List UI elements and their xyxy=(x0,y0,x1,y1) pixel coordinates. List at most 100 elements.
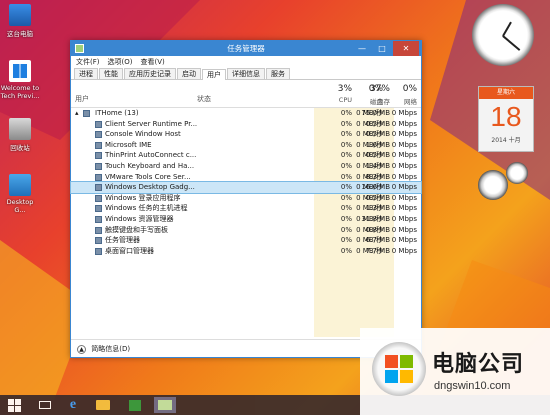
users-grid: ▴ ITHome (13) 0% 75.0 MB 0 MB/秒 0 Mbps Client … xyxy=(70,108,422,337)
menu-bar: 文件(F) 选项(O) 查看(V) xyxy=(71,56,421,68)
process-name: Windows 资源管理器 xyxy=(105,214,174,223)
process-row[interactable]: 任务管理器 0% 6.7 MB 0 MB/秒 0 Mbps xyxy=(71,235,421,246)
user-icon xyxy=(83,110,90,117)
clock-gadget[interactable] xyxy=(472,4,534,66)
tab-processes[interactable]: 进程 xyxy=(74,68,98,79)
file-explorer-icon[interactable] xyxy=(92,397,114,413)
network-value: 0 Mbps xyxy=(391,172,417,181)
network-value: 0 Mbps xyxy=(391,119,417,128)
network-value: 0 Mbps xyxy=(391,183,417,192)
process-row[interactable]: 桌面窗口管理器 0% 7.7 MB 0 MB/秒 0 Mbps xyxy=(71,246,421,257)
process-row[interactable]: VMware Tools Core Ser... 0% 8.3 MB 0 MB/秒 0 … xyxy=(71,172,421,183)
desktop-icon-recycle-bin[interactable]: 回收站 xyxy=(0,118,40,152)
calendar-gadget[interactable]: 星期六 18 2014 十月 xyxy=(478,86,534,152)
network-value: 0 Mbps xyxy=(391,140,417,149)
clock-minute-hand xyxy=(502,35,521,51)
cpu-total[interactable]: 3% xyxy=(314,84,352,94)
column-status[interactable]: 状态 xyxy=(197,94,211,104)
network-total[interactable]: 0% xyxy=(387,84,417,94)
desktop-icon-welcome[interactable]: Welcome to Tech Previ... xyxy=(0,60,40,100)
process-name: 桌面窗口管理器 xyxy=(105,246,154,255)
process-row[interactable]: Client Server Runtime Pr... 0% 0.5 MB 0 MB/… xyxy=(71,119,421,130)
column-disk[interactable]: 磁盘 xyxy=(353,96,383,106)
computer-icon xyxy=(9,4,31,26)
process-row[interactable]: Console Window Host 0% 0.5 MB 0 MB/秒 0 Mbps xyxy=(71,129,421,140)
tab-performance[interactable]: 性能 xyxy=(99,68,123,79)
column-network[interactable]: 网络 xyxy=(387,96,417,106)
menu-options[interactable]: 选项(O) xyxy=(108,56,133,68)
tab-app-history[interactable]: 应用历史记录 xyxy=(124,68,176,79)
process-icon xyxy=(95,173,102,181)
process-name: 触摸键盘和手写面板 xyxy=(105,225,168,234)
disk-total[interactable]: 0% xyxy=(353,84,383,94)
tab-bar: 进程 性能 应用历史记录 启动 用户 详细信息 服务 xyxy=(71,68,421,80)
collapse-arrow-icon[interactable]: ▲ xyxy=(77,344,86,354)
windows-logo-icon xyxy=(372,342,426,396)
disk-value: 0 MB/秒 xyxy=(356,109,383,117)
process-name: Windows 任务的主机进程 xyxy=(105,204,188,213)
network-value: 0 Mbps xyxy=(391,109,417,117)
desktop-icon-gadgets[interactable]: Desktop G... xyxy=(0,174,40,214)
maximize-button[interactable]: □ xyxy=(373,41,391,56)
disk-value: 0 MB/秒 xyxy=(356,161,383,170)
process-row[interactable]: Microsoft IME 0% 1.6 MB 0 MB/秒 0 Mbps xyxy=(71,140,421,151)
disk-value: 0 MB/秒 xyxy=(356,225,383,234)
disk-value: 0 MB/秒 xyxy=(356,172,383,181)
process-row[interactable]: Windows 登录应用程序 0% 0.5 MB 0 MB/秒 0 Mbps xyxy=(71,193,421,204)
task-view-icon[interactable] xyxy=(34,397,56,413)
close-button[interactable]: ✕ xyxy=(393,41,419,56)
title-bar[interactable]: 任务管理器 — □ ✕ xyxy=(71,41,421,56)
process-icon xyxy=(95,141,102,149)
memory-gauge-icon xyxy=(506,162,528,184)
process-row[interactable]: Touch Keyboard and Ha... 0% 1.4 MB 0 MB/秒 0 … xyxy=(71,161,421,172)
process-icon xyxy=(95,205,102,213)
menu-file[interactable]: 文件(F) xyxy=(76,56,100,68)
tab-services[interactable]: 服务 xyxy=(266,68,290,79)
process-row[interactable]: ThinPrint AutoConnect c... 0% 0.5 MB 0 MB/秒… xyxy=(71,150,421,161)
tab-details[interactable]: 详细信息 xyxy=(227,68,265,79)
process-icon xyxy=(95,131,102,139)
tab-users[interactable]: 用户 xyxy=(202,69,226,80)
process-row[interactable]: Windows 任务的主机进程 0% 1.3 MB 0 MB/秒 0 Mbps xyxy=(71,203,421,214)
calendar-year-month: 2014 十月 xyxy=(491,137,521,144)
desktop-icon-computer[interactable]: 这台电脑 xyxy=(0,4,40,38)
process-row[interactable]: Windows 资源管理器 0% 31.8 MB 0 MB/秒 0 Mbps xyxy=(71,214,421,225)
desktop-gadgets-icon xyxy=(9,174,31,196)
process-row[interactable]: 触摸键盘和手写面板 0% 0.8 MB 0 MB/秒 0 Mbps xyxy=(71,225,421,236)
disk-value: 0 MB/秒 xyxy=(356,183,383,192)
process-icon xyxy=(95,162,102,170)
fewer-details-link[interactable]: 简略信息(D) xyxy=(91,345,130,353)
process-name: Windows 登录应用程序 xyxy=(105,193,181,202)
task-manager-taskbar-icon[interactable] xyxy=(154,397,176,413)
process-name: VMware Tools Core Ser... xyxy=(105,172,191,181)
process-icon xyxy=(95,247,102,255)
clock-hour-hand xyxy=(502,21,512,37)
disk-value: 0 MB/秒 xyxy=(356,246,383,255)
disk-value: 0 MB/秒 xyxy=(356,214,383,223)
network-value: 0 Mbps xyxy=(391,246,417,255)
cpu-gauge-icon xyxy=(478,170,508,200)
column-cpu[interactable]: CPU xyxy=(314,96,352,104)
process-name: Microsoft IME xyxy=(105,140,152,149)
menu-view[interactable]: 查看(V) xyxy=(140,56,164,68)
expand-arrow-icon[interactable]: ▴ xyxy=(75,108,79,119)
store-icon[interactable] xyxy=(124,397,146,413)
process-name: Client Server Runtime Pr... xyxy=(105,119,198,128)
minimize-button[interactable]: — xyxy=(353,41,371,56)
process-name: Console Window Host xyxy=(105,130,181,139)
process-icon xyxy=(95,215,102,223)
windows-icon xyxy=(9,60,31,82)
process-name: Windows Desktop Gadg... xyxy=(105,183,195,192)
network-value: 0 Mbps xyxy=(391,193,417,202)
network-value: 0 Mbps xyxy=(391,236,417,245)
cpu-meter-gadget[interactable] xyxy=(474,160,534,210)
process-name: 任务管理器 xyxy=(105,236,140,245)
column-user[interactable]: 用户 xyxy=(75,94,89,104)
internet-explorer-icon[interactable]: e xyxy=(62,397,84,413)
user-group-row[interactable]: ▴ ITHome (13) 0% 75.0 MB 0 MB/秒 0 Mbps xyxy=(71,108,421,119)
start-button[interactable] xyxy=(4,397,26,413)
desktop-icon-label: 回收站 xyxy=(10,144,30,152)
tab-startup[interactable]: 启动 xyxy=(177,68,201,79)
desktop-icon-label: 这台电脑 xyxy=(7,30,33,38)
process-row[interactable]: Windows Desktop Gadg... 0% 16.6 MB 0 MB/秒 0 … xyxy=(70,181,422,194)
